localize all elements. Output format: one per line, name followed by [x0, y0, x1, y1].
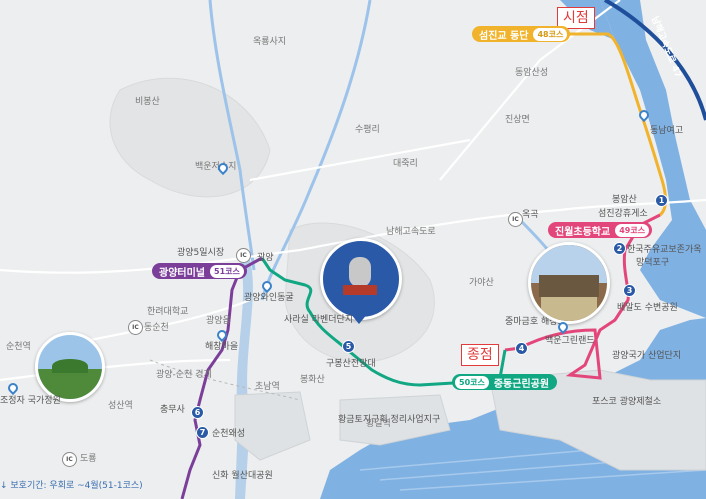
place-label: 동남여고	[650, 126, 684, 136]
place-label: 진상면	[505, 115, 530, 125]
end-stamp: 종점	[461, 344, 499, 366]
place-label: 한려대학교	[147, 307, 189, 317]
place-label: 해창마을	[205, 342, 239, 352]
waypoint-2-label: 한국주유교보존가옥	[627, 245, 702, 255]
place-label: 사라실 라벤더단지	[284, 315, 354, 325]
seomjin-river	[600, 0, 706, 318]
course-48-badge[interactable]: 섬진교 동단 48코스	[472, 26, 571, 42]
place-label: 가야산	[469, 278, 494, 288]
place-label: 성산역	[108, 401, 133, 411]
place-label: 초남역	[255, 382, 280, 392]
place-label: 황길역	[366, 419, 391, 429]
course-51-badge[interactable]: 광양터미널 51코스	[152, 263, 247, 279]
course-51-code: 51코스	[210, 264, 244, 278]
place-label: 광양와인동굴	[244, 293, 294, 303]
waypoint-5-marker[interactable]: 5	[342, 340, 355, 353]
photo-old-house[interactable]	[528, 242, 610, 324]
place-label: 광양읍	[206, 316, 231, 326]
place-label: 순천역	[6, 342, 31, 352]
course-49-code: 49코스	[615, 223, 650, 237]
place-label: 조정자 국가정원	[0, 396, 61, 406]
waypoint-7-marker[interactable]: 7	[196, 426, 209, 439]
ic-icon: IC	[62, 452, 77, 467]
place-label: 도룡	[80, 454, 97, 464]
place-label: 광양국가 산업단지	[612, 351, 682, 361]
place-label: 백운저수지	[195, 162, 237, 172]
map[interactable]: 남해고속도로 47 시점 종점 섬진교 동단 48코스 진월초등학교 49코스 …	[0, 0, 706, 499]
waypoint-2-marker[interactable]: 2	[613, 242, 626, 255]
place-label: 광양-순천 경계	[156, 370, 212, 380]
place-label: 봉화산	[300, 375, 325, 385]
waypoint-6-marker[interactable]: 6	[191, 406, 204, 419]
place-label: 비봉산	[135, 97, 160, 107]
waypoint-3-label: 배알도 수변공원	[617, 303, 678, 313]
course-48-label: 섬진교 동단	[479, 30, 529, 42]
place-label: 광양	[257, 253, 274, 263]
ic-icon: IC	[128, 320, 143, 335]
ic-icon: IC	[508, 212, 523, 227]
waypoint-6-label: 충무사	[160, 405, 185, 415]
place-label: 옥룡사지	[253, 37, 287, 47]
waypoint-1-label: 섬진강휴게소	[598, 209, 648, 219]
course-51-label: 광양터미널	[159, 267, 205, 279]
hill-north	[109, 77, 271, 198]
place-label: 수평리	[355, 125, 380, 135]
photo-observatory[interactable]	[320, 238, 402, 320]
place-label: 동암산성	[515, 68, 549, 78]
footnote: ↓ 보호기간: 우회로 ~4월(51-1코스)	[0, 481, 143, 491]
course-49-label: 진월초등학교	[555, 226, 611, 238]
course-49-badge[interactable]: 진월초등학교 49코스	[548, 222, 653, 238]
course-50-badge[interactable]: 50코스 중동근린공원	[452, 374, 558, 390]
photo-garden[interactable]	[35, 332, 105, 402]
waypoint-1-marker[interactable]: 1	[655, 194, 668, 207]
course-50-code: 50코스	[455, 375, 489, 389]
place-label: 백운그린랜드	[545, 336, 595, 346]
place-label: 대죽리	[393, 159, 418, 169]
ic-icon: IC	[236, 248, 251, 263]
place-label: 남해고속도로	[386, 227, 436, 237]
course-50-label: 중동근린공원	[493, 378, 550, 390]
place-label: 신화 월산대공원	[212, 471, 273, 481]
place-label: 봉암산	[612, 195, 637, 205]
place-label: 광양5일시장	[177, 248, 225, 258]
waypoint-7-label: 순천왜성	[212, 429, 246, 439]
waypoint-3-marker[interactable]: 3	[623, 284, 636, 297]
course-48-code: 48코스	[533, 27, 568, 41]
waypoint-4-marker[interactable]: 4	[515, 342, 528, 355]
place-label: 망덕포구	[636, 258, 670, 268]
place-label: 옥곡	[522, 210, 539, 220]
place-label: 동순천	[144, 323, 169, 333]
place-label: 포스코 광양제철소	[592, 397, 662, 407]
waypoint-5-label: 구봉산전망대	[326, 359, 376, 369]
